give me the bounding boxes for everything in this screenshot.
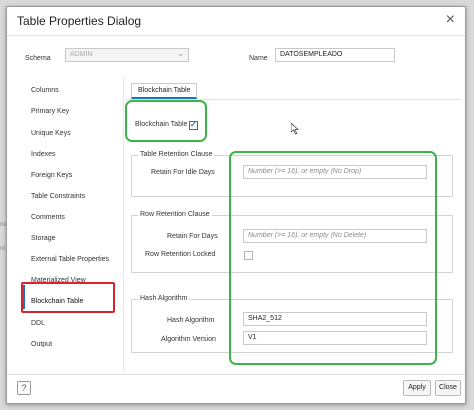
sidebar-item-unique-keys[interactable]: Unique Keys	[31, 130, 71, 137]
tab-blockchain-table[interactable]: Blockchain Table	[131, 83, 198, 99]
sidebar-item-output[interactable]: Output	[31, 341, 52, 348]
hash-algorithm-title: Hash Algorithm	[138, 295, 190, 302]
sidebar-item-storage[interactable]: Storage	[31, 235, 56, 242]
apply-button[interactable]: Apply	[403, 380, 431, 396]
help-icon[interactable]: ?	[17, 381, 31, 395]
sidebar-item-indexes[interactable]: Indexes	[31, 151, 56, 158]
sidebar-nav: Columns Primary Key Unique Keys Indexes …	[7, 75, 123, 365]
algorithm-version-label: Algorithm Version	[161, 336, 216, 343]
annotation-green-highlight	[229, 151, 437, 365]
dialog-title: Table Properties Dialog	[17, 14, 142, 28]
row-retention-title: Row Retention Clause	[138, 211, 212, 218]
chevron-down-icon: ⌄	[177, 49, 184, 58]
mouse-cursor-icon	[291, 123, 299, 135]
close-button[interactable]: Close	[435, 380, 461, 396]
annotation-red-highlight	[21, 282, 115, 313]
sidebar-item-columns[interactable]: Columns	[31, 87, 59, 94]
table-retention-title: Table Retention Clause	[138, 151, 215, 158]
sidebar-divider	[123, 77, 124, 372]
schema-select[interactable]: ADMIN ⌄	[65, 48, 189, 62]
hash-algorithm-label: Hash Algorithm	[167, 317, 215, 324]
name-label: Name	[249, 55, 268, 62]
idle-days-label: Retain For Idle Days	[151, 169, 215, 176]
schema-value: ADMIN	[70, 51, 93, 58]
table-properties-dialog: Table Properties Dialog × Schema ADMIN ⌄…	[6, 6, 466, 404]
sidebar-item-table-constraints[interactable]: Table Constraints	[31, 193, 85, 200]
sidebar-item-foreign-keys[interactable]: Foreign Keys	[31, 172, 72, 179]
dialog-footer: ? Apply Close	[7, 374, 465, 403]
sidebar-item-comments[interactable]: Comments	[31, 214, 65, 221]
retention-locked-label: Row Retention Locked	[145, 251, 216, 258]
schema-label: Schema	[25, 55, 51, 62]
sidebar-item-primary-key[interactable]: Primary Key	[31, 108, 69, 115]
close-icon[interactable]: ×	[446, 11, 455, 29]
sidebar-item-ddl[interactable]: DDL	[31, 320, 45, 327]
retain-days-label: Retain For Days	[167, 233, 218, 240]
name-field[interactable]: DATOSEMPLEADO	[275, 48, 395, 62]
dialog-titlebar: Table Properties Dialog ×	[7, 7, 465, 36]
sidebar-item-external-table-properties[interactable]: External Table Properties	[31, 256, 109, 263]
annotation-green-highlight	[125, 100, 207, 142]
